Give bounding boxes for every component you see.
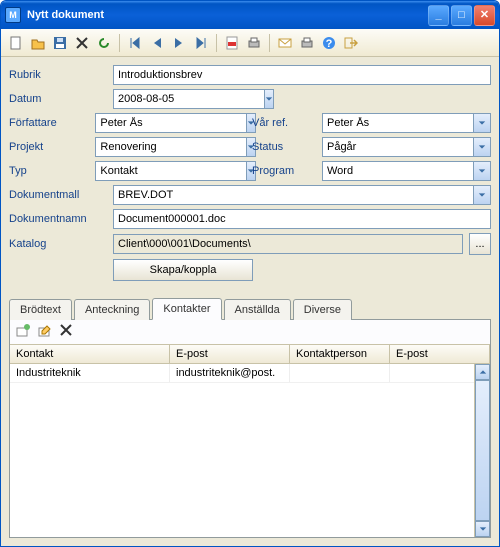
dropdown-icon[interactable] xyxy=(473,161,491,181)
scroll-up-icon[interactable] xyxy=(475,364,490,380)
grid-header: Kontakt E-post Kontaktperson E-post xyxy=(10,344,490,364)
dokmall-combo[interactable] xyxy=(113,185,491,205)
label-forfattare: Författare xyxy=(9,117,89,129)
window-title: Nytt dokument xyxy=(27,9,104,21)
dokmall-input[interactable] xyxy=(113,185,473,205)
new-icon[interactable] xyxy=(7,34,25,52)
label-datum: Datum xyxy=(9,93,107,105)
status-input[interactable] xyxy=(322,137,473,157)
titlebar[interactable]: M Nytt dokument _ □ ✕ xyxy=(1,1,499,29)
form-area: Rubrik Datum Författare Vår ref. Pro xyxy=(1,57,499,289)
col-epost1[interactable]: E-post xyxy=(170,345,290,363)
typ-input[interactable] xyxy=(95,161,246,181)
main-toolbar: ? xyxy=(1,29,499,57)
datum-dropdown-icon[interactable] xyxy=(264,89,274,109)
label-rubrik: Rubrik xyxy=(9,69,107,81)
label-projekt: Projekt xyxy=(9,141,89,153)
typ-combo[interactable] xyxy=(95,161,215,181)
app-icon: M xyxy=(5,7,21,23)
skapa-koppla-button[interactable]: Skapa/koppla xyxy=(113,259,253,281)
save-icon[interactable] xyxy=(51,34,69,52)
open-icon[interactable] xyxy=(29,34,47,52)
dropdown-icon[interactable] xyxy=(473,137,491,157)
scroll-thumb[interactable] xyxy=(475,380,490,521)
remove-contact-icon[interactable] xyxy=(60,324,76,340)
label-status: Status xyxy=(252,141,316,153)
katalog-input xyxy=(113,234,463,254)
scroll-down-icon[interactable] xyxy=(475,521,490,537)
help-icon[interactable]: ? xyxy=(320,34,338,52)
next-icon[interactable] xyxy=(170,34,188,52)
print-icon[interactable] xyxy=(245,34,263,52)
last-icon[interactable] xyxy=(192,34,210,52)
add-contact-icon[interactable] xyxy=(16,324,32,340)
label-varref: Vår ref. xyxy=(252,117,316,129)
cell-kontaktperson xyxy=(290,364,390,382)
tab-kontakter[interactable]: Kontakter xyxy=(152,298,221,320)
mail-icon[interactable] xyxy=(276,34,294,52)
label-katalog: Katalog xyxy=(9,238,107,250)
label-typ: Typ xyxy=(9,165,89,177)
projekt-combo[interactable] xyxy=(95,137,215,157)
label-program: Program xyxy=(252,165,316,177)
col-kontakt[interactable]: Kontakt xyxy=(10,345,170,363)
dropdown-icon[interactable] xyxy=(473,113,491,133)
status-combo[interactable] xyxy=(322,137,491,157)
table-row[interactable]: Industriteknik industriteknik@post. xyxy=(10,364,490,383)
minimize-button[interactable]: _ xyxy=(428,5,449,26)
cell-epost1: industriteknik@post. xyxy=(170,364,290,382)
exit-icon[interactable] xyxy=(342,34,360,52)
forfattare-input[interactable] xyxy=(95,113,246,133)
dropdown-icon[interactable] xyxy=(473,185,491,205)
delete-icon[interactable] xyxy=(73,34,91,52)
datum-combo[interactable] xyxy=(113,89,233,109)
tab-diverse[interactable]: Diverse xyxy=(293,299,352,320)
svg-text:?: ? xyxy=(326,38,333,50)
refresh-icon[interactable] xyxy=(95,34,113,52)
grid-body[interactable]: Industriteknik industriteknik@post. xyxy=(10,364,490,537)
doknamn-input[interactable] xyxy=(113,209,491,229)
projekt-input[interactable] xyxy=(95,137,246,157)
window: M Nytt dokument _ □ ✕ ? Rubrik Datum xyxy=(0,0,500,547)
forfattare-combo[interactable] xyxy=(95,113,215,133)
varref-combo[interactable] xyxy=(322,113,491,133)
first-icon[interactable] xyxy=(126,34,144,52)
prev-icon[interactable] xyxy=(148,34,166,52)
tab-anteckning[interactable]: Anteckning xyxy=(74,299,150,320)
vertical-scrollbar[interactable] xyxy=(474,364,490,537)
browse-button[interactable]: ... xyxy=(469,233,491,255)
edit-contact-icon[interactable] xyxy=(38,324,54,340)
rubrik-input[interactable] xyxy=(113,65,491,85)
col-epost2[interactable]: E-post xyxy=(390,345,490,363)
col-kontaktperson[interactable]: Kontaktperson xyxy=(290,345,390,363)
cell-kontakt: Industriteknik xyxy=(10,364,170,382)
pdf-icon[interactable] xyxy=(223,34,241,52)
program-combo[interactable] xyxy=(322,161,491,181)
label-dokmall: Dokumentmall xyxy=(9,189,107,201)
tab-anstallda[interactable]: Anställda xyxy=(224,299,291,320)
tabstrip: Brödtext Anteckning Kontakter Anställda … xyxy=(1,289,499,319)
program-input[interactable] xyxy=(322,161,473,181)
varref-input[interactable] xyxy=(322,113,473,133)
maximize-button[interactable]: □ xyxy=(451,5,472,26)
label-doknamn: Dokumentnamn xyxy=(9,213,107,225)
grid-toolbar xyxy=(10,320,490,344)
datum-input[interactable] xyxy=(113,89,264,109)
tab-brodtext[interactable]: Brödtext xyxy=(9,299,72,320)
print2-icon[interactable] xyxy=(298,34,316,52)
tab-content: Kontakt E-post Kontaktperson E-post Indu… xyxy=(9,319,491,538)
close-button[interactable]: ✕ xyxy=(474,5,495,26)
